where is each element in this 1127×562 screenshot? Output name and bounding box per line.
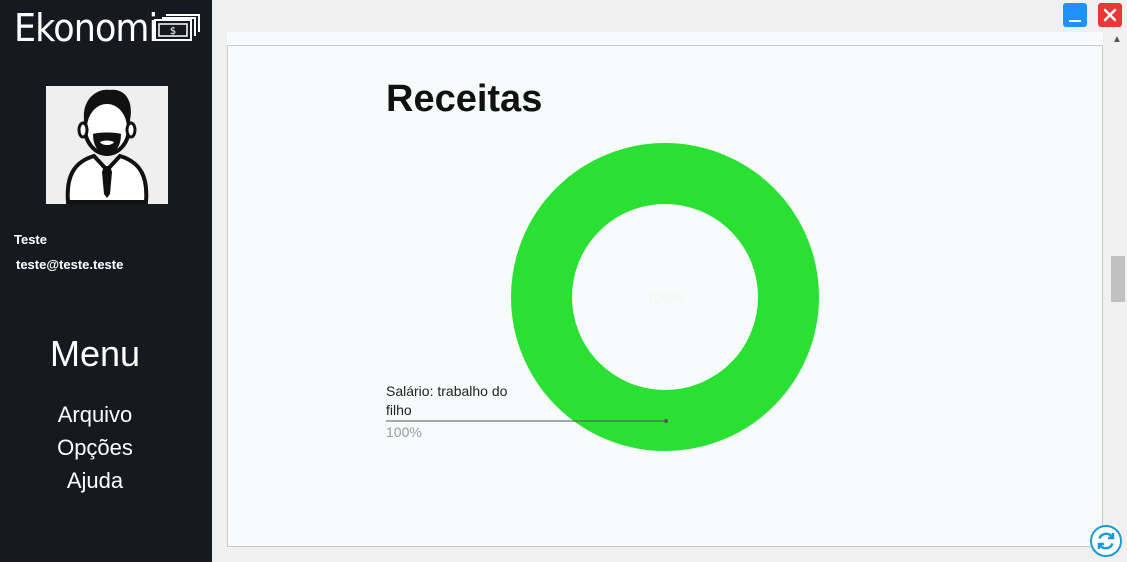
user-name: Teste (14, 232, 47, 247)
leader-dot (664, 419, 668, 423)
menu-item-ajuda[interactable]: Ajuda (0, 464, 190, 497)
scroll-up-icon[interactable]: ▲ (1112, 34, 1122, 45)
avatar (46, 86, 168, 204)
money-icon: $ (154, 14, 200, 41)
brand: Ekonomi (14, 6, 170, 50)
refresh-button[interactable] (1090, 525, 1122, 557)
close-icon (1103, 8, 1117, 22)
donut-chart: 100% (386, 143, 819, 451)
menu-list: Arquivo Opções Ajuda (0, 398, 190, 497)
sidebar: Ekonomi $ Teste teste@teste.teste Menu A… (0, 0, 212, 562)
menu-item-arquivo[interactable]: Arquivo (0, 398, 190, 431)
close-button[interactable] (1098, 3, 1122, 27)
brand-name: Ekonomi (14, 6, 158, 50)
legend-percent: 100% (386, 424, 422, 440)
menu-item-opcoes[interactable]: Opções (0, 431, 190, 464)
menu-title: Menu (49, 333, 141, 374)
scroll-thumb[interactable] (1111, 256, 1125, 302)
user-email: teste@teste.teste (16, 257, 124, 272)
minimize-icon (1069, 20, 1081, 22)
svg-text:$: $ (170, 26, 176, 37)
minimize-button[interactable] (1063, 3, 1087, 27)
legend-label: Salário: trabalho do filho (386, 383, 508, 418)
avatar-icon (65, 89, 149, 204)
refresh-icon (1097, 532, 1115, 550)
slice-data-label: 100% (646, 289, 684, 306)
